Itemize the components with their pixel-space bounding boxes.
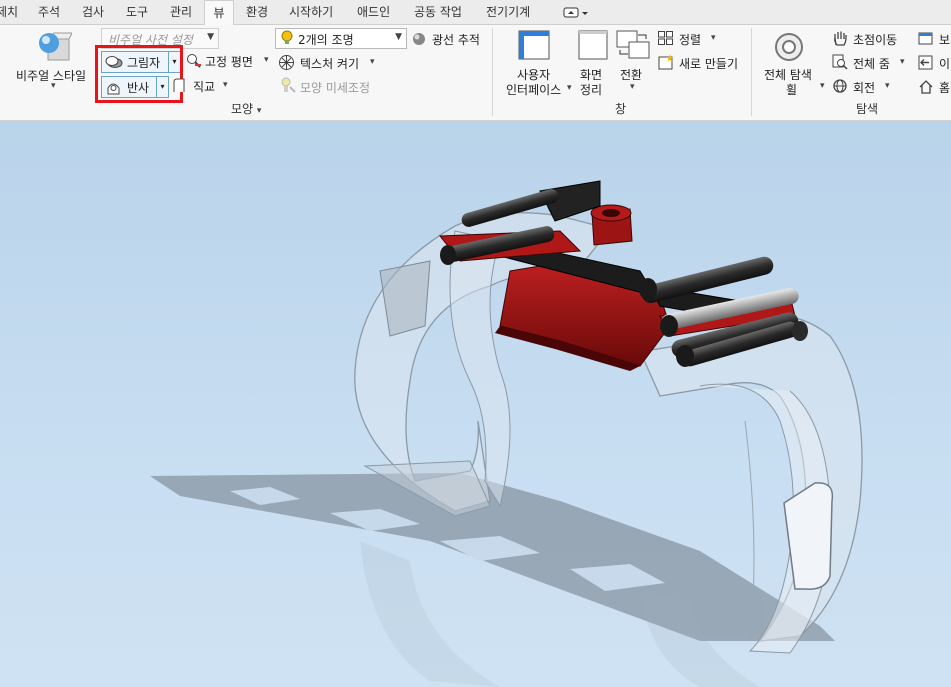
ray-tracing-icon — [413, 33, 425, 45]
arrange-dropdown-icon: ▾ — [711, 33, 716, 43]
navigate-panel-title: 탐색 — [856, 102, 879, 116]
appearance-tweak-icon — [281, 77, 296, 93]
texture-dropdown-icon: ▾ — [370, 57, 375, 67]
orbit-label: 회전 — [853, 81, 876, 95]
zoom-all-icon — [832, 54, 848, 70]
new-window-icon — [658, 54, 674, 70]
arrange-label: 정렬 — [679, 33, 702, 47]
new-window-label: 새로 만들기 — [679, 57, 739, 71]
full-navigation-wheel-button[interactable]: 전체 탐색 휠 ▾ — [758, 30, 828, 98]
ground-plane-label: 고정 평면 — [205, 55, 253, 69]
user-interface-icon — [518, 30, 550, 60]
zoom-all-label: 전체 줌 — [853, 57, 890, 71]
lighting-style-value: 2개의 조명 — [298, 33, 354, 47]
look-at-icon — [918, 32, 933, 45]
orbit-dropdown-icon: ▾ — [885, 81, 890, 91]
steering-wheel-icon — [775, 33, 803, 61]
pan-hand-icon — [834, 31, 847, 46]
appearance-tweak-label: 모양 미세조정 — [300, 81, 371, 95]
previous-view-icon — [918, 55, 933, 70]
clean-screen-label-2: 정리 — [580, 83, 603, 97]
ribbon-options-button[interactable] — [563, 5, 589, 19]
chevron-down-icon: ▼ — [207, 32, 214, 42]
tab-collaborate[interactable]: 공동 작업 — [414, 0, 462, 24]
visual-style-icon — [39, 32, 72, 61]
orthographic-icon — [173, 78, 185, 92]
texture-icon — [279, 55, 294, 70]
tab-add-ins[interactable]: 애드인 — [357, 0, 390, 24]
tab-annotate[interactable]: 주석 — [38, 0, 60, 24]
ribbon-display-icon — [563, 7, 588, 18]
light-bulb-icon — [281, 30, 293, 44]
ribbon-tab-bar: 제치 주석 검사 도구 관리 뷰 환경 시작하기 애드인 공동 작업 전기기계 — [0, 0, 951, 25]
tab-manage[interactable]: 관리 — [170, 0, 192, 24]
ground-plane-dropdown-icon: ▾ — [264, 55, 269, 65]
tab-environments[interactable]: 환경 — [246, 0, 268, 24]
switch-window-label: 전환 — [620, 68, 643, 82]
home-icon — [919, 80, 933, 94]
switch-window-button[interactable]: 전환 ▾ — [614, 30, 654, 98]
pan-label: 초점이동 — [853, 33, 898, 47]
gripper-model-render — [150, 180, 863, 687]
clean-screen-button[interactable]: 화면 정리 — [576, 30, 610, 98]
lighting-style-combo[interactable]: 2개의 조명 ▼ — [275, 28, 407, 49]
panel-divider — [751, 28, 752, 116]
switch-window-icon — [616, 30, 650, 59]
orbit-icon — [833, 79, 847, 93]
appearance-panel-title-label: 모양 — [231, 102, 254, 116]
tab-electromechanical[interactable]: 전기기계 — [486, 0, 530, 24]
user-interface-dropdown-icon: ▾ — [567, 83, 572, 93]
ribbon-panel-area: 비주얼 스타일 ▾ 비주얼 사전 설정 ▼ 그림자 ▾ 반사 ▾ 고정 평면 ▾… — [0, 25, 951, 121]
highlight-box — [95, 45, 183, 103]
tab-tools[interactable]: 도구 — [126, 0, 148, 24]
panel-expand-icon: ▾ — [256, 106, 262, 116]
user-interface-button[interactable]: 사용자 인터페이스 ▾ — [500, 30, 572, 98]
orthographic-label: 직교 — [193, 80, 216, 94]
orthographic-dropdown-icon: ▾ — [223, 80, 228, 90]
graphics-viewport[interactable] — [0, 121, 951, 687]
visual-style-button[interactable]: 비주얼 스타일 ▾ — [14, 28, 94, 98]
panel-divider — [492, 28, 493, 116]
windows-panel-title: 창 — [615, 102, 627, 116]
previous-view-label: 이 — [939, 57, 951, 71]
ground-plane-icon — [187, 54, 201, 68]
tab-view[interactable]: 뷰 — [204, 0, 234, 25]
clean-screen-icon — [578, 30, 608, 60]
full-navigation-dropdown-icon: ▾ — [820, 81, 825, 91]
visual-style-dropdown-icon: ▾ — [51, 81, 56, 91]
tab-sketch[interactable]: 제치 — [0, 0, 18, 24]
ray-tracing-label: 광선 추적 — [432, 33, 480, 47]
ground-shadow — [150, 473, 835, 641]
chevron-down-icon: ▼ — [395, 32, 402, 42]
full-navigation-wheel-label-2: 휠 — [786, 83, 798, 97]
user-interface-label-2: 인터페이스 — [506, 83, 562, 97]
look-at-label: 보 — [939, 33, 951, 47]
zoom-dropdown-icon: ▾ — [900, 57, 905, 67]
home-view-label: 홈 — [939, 81, 951, 95]
arrange-tile-icon — [658, 31, 673, 45]
tab-inspect[interactable]: 검사 — [82, 0, 104, 24]
switch-window-dropdown-icon: ▾ — [630, 82, 635, 92]
tab-get-started[interactable]: 시작하기 — [289, 0, 333, 24]
texture-on-label: 텍스처 켜기 — [300, 57, 360, 71]
appearance-panel-title[interactable]: 모양 ▾ — [231, 100, 261, 117]
